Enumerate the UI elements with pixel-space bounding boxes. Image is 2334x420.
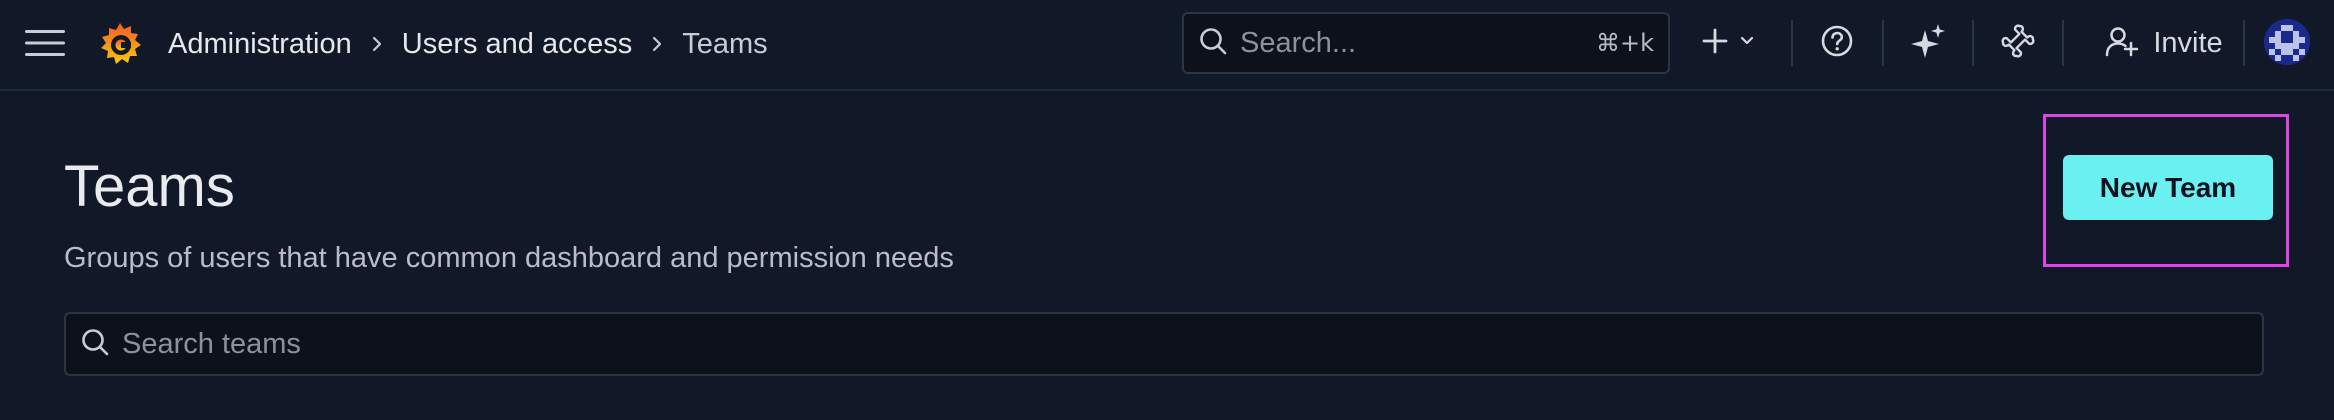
breadcrumb-users-and-access[interactable]: Users and access <box>402 28 633 61</box>
plugins-button[interactable] <box>1996 14 2040 72</box>
search-shortcut-hint: ⌘+k <box>1595 29 1654 57</box>
add-new-button[interactable] <box>1694 14 1762 72</box>
toolbar-divider <box>1972 20 1974 66</box>
grafana-logo-icon[interactable] <box>96 20 144 68</box>
chevron-right-icon <box>632 22 682 66</box>
team-search-input[interactable] <box>120 326 2248 362</box>
assistant-button[interactable] <box>1906 14 1950 72</box>
toolbar-divider <box>1791 20 1793 66</box>
invite-button[interactable]: Invite <box>2086 14 2242 72</box>
user-plus-icon <box>2105 24 2139 63</box>
plus-icon <box>1701 27 1729 60</box>
breadcrumb-teams: Teams <box>682 27 768 60</box>
help-button[interactable] <box>1815 14 1859 72</box>
search-icon <box>1198 26 1228 61</box>
hamburger-menu-icon[interactable] <box>22 26 68 60</box>
toolbar-divider <box>1882 20 1884 66</box>
new-team-button[interactable]: New Team <box>2063 155 2273 220</box>
page-title: Teams <box>64 154 235 219</box>
breadcrumb-administration[interactable]: Administration <box>168 28 352 61</box>
search-placeholder: Search... <box>1240 26 1357 59</box>
team-search-field[interactable] <box>64 312 2264 376</box>
user-avatar[interactable] <box>2264 19 2310 65</box>
chevron-right-icon <box>352 22 402 66</box>
chevron-down-icon <box>1739 34 1755 52</box>
toolbar-divider <box>2062 20 2064 66</box>
help-circle-icon <box>1820 24 1854 63</box>
sparkle-icon <box>1909 22 1947 65</box>
invite-label: Invite <box>2153 26 2223 59</box>
top-navigation-bar: Administration Users and access Teams Se… <box>0 0 2334 91</box>
breadcrumb: Administration Users and access Teams <box>168 22 768 66</box>
global-search-input[interactable]: Search... ⌘+k <box>1182 12 1670 74</box>
search-icon <box>80 327 110 362</box>
toolbar-divider <box>2243 20 2245 66</box>
page-subtitle: Groups of users that have common dashboa… <box>64 242 954 274</box>
bone-icon <box>2000 23 2036 64</box>
